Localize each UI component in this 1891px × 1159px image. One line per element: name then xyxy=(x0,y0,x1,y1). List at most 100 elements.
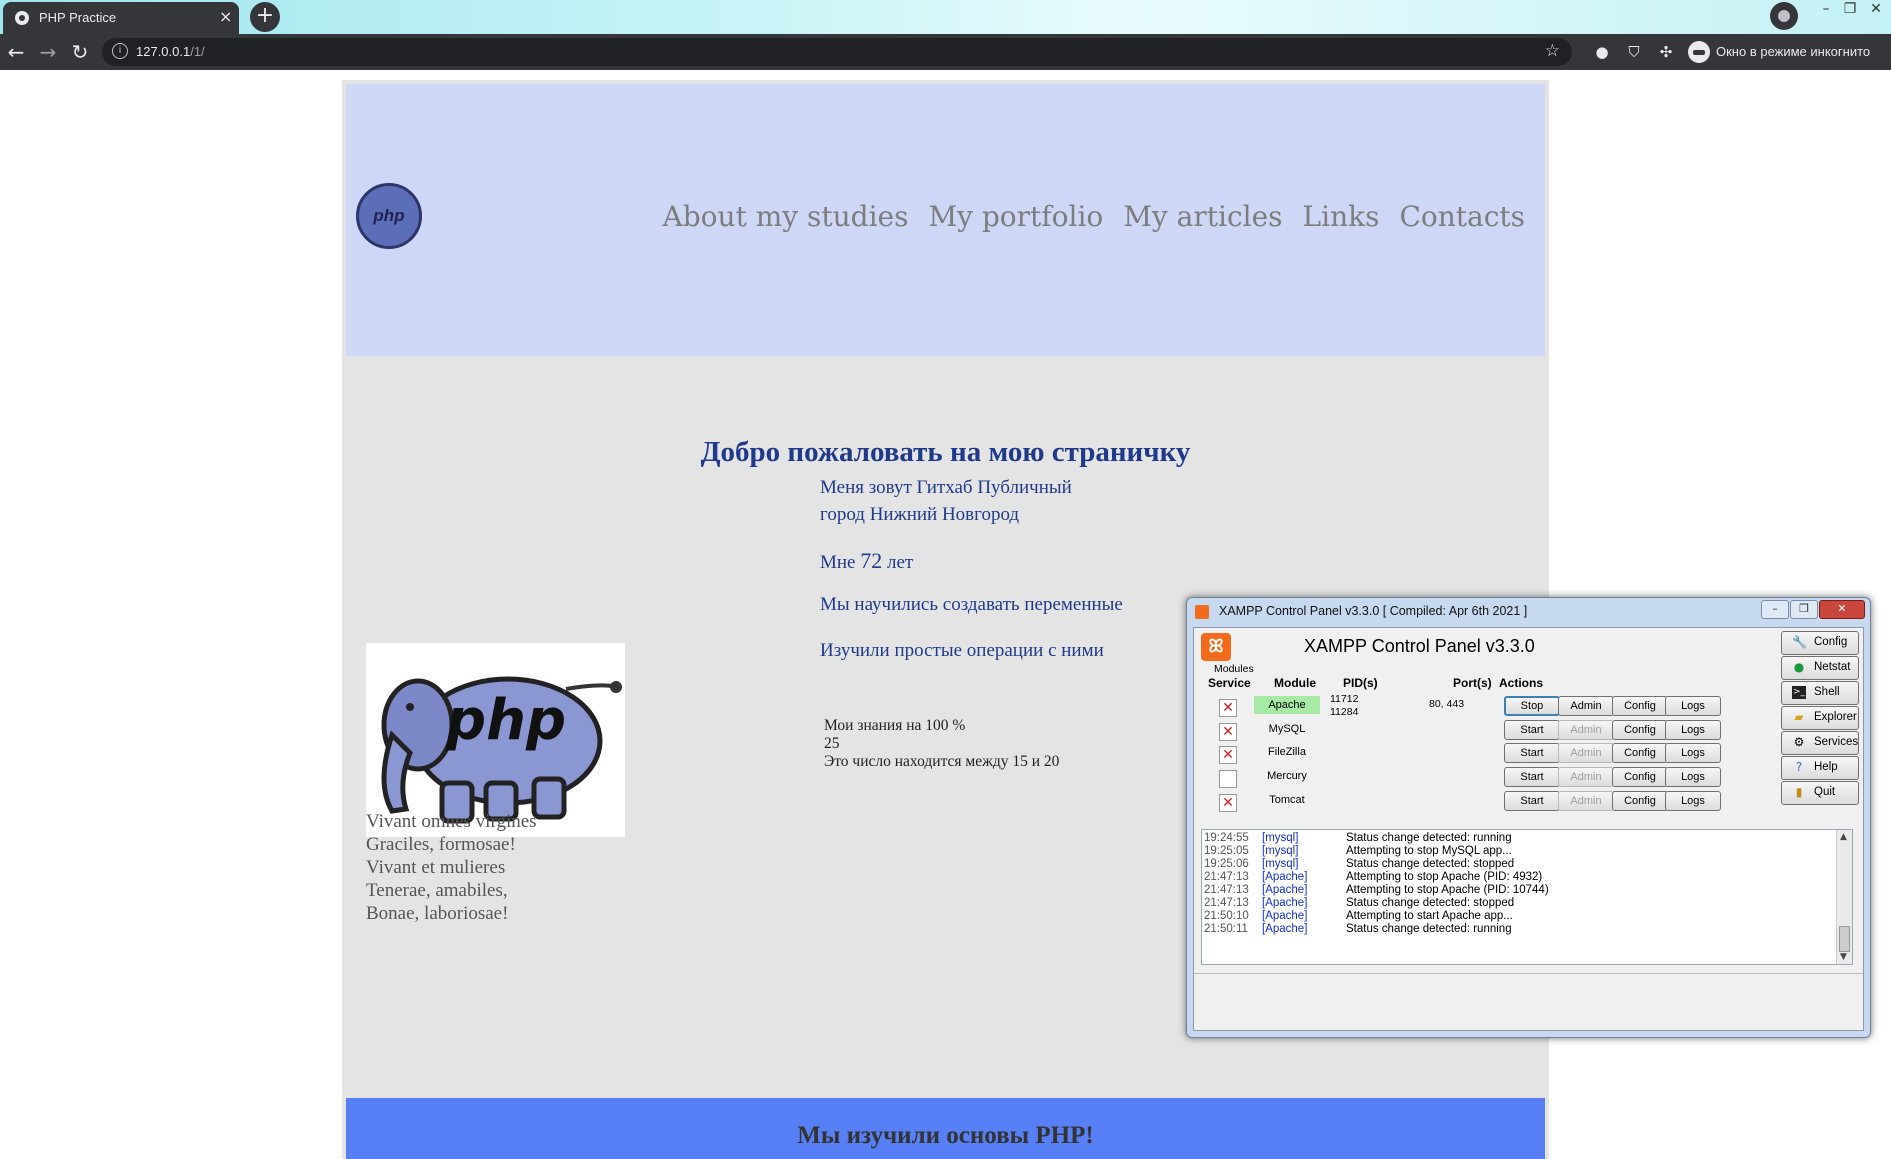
col-ports: Port(s) xyxy=(1453,676,1492,690)
knowledge-line: Мои знания на 100 % xyxy=(824,717,966,734)
close-window-button[interactable]: ✕ xyxy=(1862,0,1890,22)
module-name: MySQL xyxy=(1268,723,1306,735)
nav-contacts[interactable]: Contacts xyxy=(1399,200,1525,233)
log-module: [mysql] xyxy=(1262,832,1299,844)
log-message: Attempting to start Apache app... xyxy=(1346,910,1513,922)
poem-line: Vivant omnes virgines xyxy=(366,811,537,832)
operations-line: Изучили простые операции с ними xyxy=(820,640,1104,661)
filezilla-logs-button[interactable]: Logs xyxy=(1665,743,1721,763)
address-bar[interactable]: i 127.0.0.1/1/ ☆ xyxy=(102,38,1572,66)
services-button[interactable]: ⚙ Services xyxy=(1781,731,1859,755)
apache-logs-button[interactable]: Logs xyxy=(1665,696,1721,716)
log-message: Status change detected: running xyxy=(1346,923,1512,935)
log-panel[interactable]: 19:24:55 [mysql] Status change detected: r… xyxy=(1201,829,1853,965)
mercury-logs-button[interactable]: Logs xyxy=(1665,767,1721,787)
log-time: 21:50:11 xyxy=(1204,923,1248,935)
poem-line: Tenerae, amabiles, xyxy=(366,880,508,901)
incognito-icon[interactable] xyxy=(1770,2,1798,30)
xampp-minimize-button[interactable]: – xyxy=(1761,600,1789,619)
tab-close-icon[interactable]: × xyxy=(219,7,232,26)
scroll-up-arrow-icon[interactable]: ▲ xyxy=(1840,832,1847,842)
logo-text: php xyxy=(373,206,405,225)
pid-value: 11712 xyxy=(1330,693,1359,705)
xampp-window-title: XAMPP Control Panel v3.3.0 [ Compiled: A… xyxy=(1219,604,1528,618)
xampp-app-icon xyxy=(1195,605,1209,619)
explorer-button[interactable]: ▰ Explorer xyxy=(1781,706,1859,730)
mercury-config-button[interactable]: Config xyxy=(1612,767,1668,787)
config-button[interactable]: 🔧 Config xyxy=(1781,631,1859,655)
help-button[interactable]: ? Help xyxy=(1781,756,1859,780)
name-line: Меня зовут Гитхаб Публичный xyxy=(820,477,1072,498)
netstat-button[interactable]: ● Netstat xyxy=(1781,656,1859,680)
shell-label: Shell xyxy=(1814,686,1840,698)
apache-admin-button[interactable]: Admin xyxy=(1558,696,1614,716)
mercury-start-button[interactable]: Start xyxy=(1504,767,1560,787)
puzzle-icon[interactable]: ✣ xyxy=(1656,42,1676,62)
log-message: Status change detected: stopped xyxy=(1346,897,1515,909)
log-message: Attempting to stop MySQL app... xyxy=(1346,845,1512,857)
footer-text: Мы изучили основы PHP! xyxy=(797,1122,1094,1149)
xampp-title-bar[interactable]: XAMPP Control Panel v3.3.0 [ Compiled: A… xyxy=(1195,603,1795,623)
xampp-maximize-button[interactable]: ❐ xyxy=(1790,600,1818,619)
module-row-mysql: ✕ MySQL Start Admin Config Logs xyxy=(1194,720,1774,744)
tomcat-logs-button[interactable]: Logs xyxy=(1665,791,1721,811)
log-module: [Apache] xyxy=(1262,923,1308,935)
xampp-control-panel-window[interactable]: XAMPP Control Panel v3.3.0 [ Compiled: A… xyxy=(1186,597,1871,1038)
record-icon[interactable]: ● xyxy=(1592,42,1612,62)
nav-about-studies[interactable]: About my studies xyxy=(663,200,909,233)
col-pids: PID(s) xyxy=(1343,676,1378,690)
tomcat-config-button[interactable]: Config xyxy=(1612,791,1668,811)
module-name: FileZilla xyxy=(1268,746,1306,758)
browser-tab[interactable]: PHP Practice × xyxy=(3,2,239,34)
log-scrollbar[interactable]: ▲ ▼ xyxy=(1836,830,1852,964)
quit-button[interactable]: ▮ Quit xyxy=(1781,781,1859,805)
url-text[interactable]: 127.0.0.1/1/ xyxy=(136,44,205,59)
folder-icon: ▰ xyxy=(1794,710,1804,724)
help-label: Help xyxy=(1814,761,1838,773)
shell-button[interactable]: >_ Shell xyxy=(1781,681,1859,705)
modules-label: Modules xyxy=(1214,663,1254,675)
range-line: Это число находится между 15 и 20 xyxy=(824,753,1060,770)
service-toggle[interactable]: ✕ xyxy=(1219,723,1237,741)
services-icon: ⚙ xyxy=(1793,735,1805,749)
nav-portfolio[interactable]: My portfolio xyxy=(928,200,1103,233)
bookmark-star-icon[interactable]: ☆ xyxy=(1545,41,1560,61)
site-info-icon[interactable]: i xyxy=(112,43,128,59)
scroll-thumb[interactable] xyxy=(1839,926,1850,952)
nav-articles[interactable]: My articles xyxy=(1123,200,1282,233)
mysql-start-button[interactable]: Start xyxy=(1504,720,1560,740)
apache-stop-button[interactable]: Stop xyxy=(1504,696,1560,716)
explorer-label: Explorer xyxy=(1814,711,1857,723)
xampp-client-area: ꕤ Modules XAMPP Control Panel v3.3.0 Ser… xyxy=(1193,627,1864,1031)
service-toggle[interactable]: ✕ xyxy=(1219,746,1237,764)
forward-arrow-icon[interactable]: → xyxy=(36,40,60,64)
apache-config-button[interactable]: Config xyxy=(1612,696,1668,716)
xampp-close-button[interactable]: ✕ xyxy=(1819,600,1865,619)
module-name: Mercury xyxy=(1267,770,1307,782)
restore-window-button[interactable]: ❐ xyxy=(1836,0,1864,22)
incognito-label[interactable]: Окно в режиме инкогнито xyxy=(1716,44,1870,59)
tomcat-start-button[interactable]: Start xyxy=(1504,791,1560,811)
service-toggle[interactable]: ✕ xyxy=(1219,794,1237,812)
back-arrow-icon[interactable]: ← xyxy=(4,40,28,64)
incognito-icon[interactable] xyxy=(1688,41,1710,63)
scroll-down-arrow-icon[interactable]: ▼ xyxy=(1840,952,1847,962)
globe-icon xyxy=(15,11,29,25)
filezilla-start-button[interactable]: Start xyxy=(1504,743,1560,763)
log-message: Status change detected: running xyxy=(1346,832,1512,844)
module-pids: 11712 11284 xyxy=(1330,693,1358,719)
svg-text:php: php xyxy=(445,688,566,753)
php-logo[interactable]: php xyxy=(356,183,422,249)
mysql-logs-button[interactable]: Logs xyxy=(1665,720,1721,740)
shield-icon[interactable]: ⛉ xyxy=(1624,42,1644,62)
service-toggle[interactable]: ✕ xyxy=(1219,699,1237,717)
xampp-heading: XAMPP Control Panel v3.3.0 xyxy=(1304,636,1535,656)
reload-icon[interactable]: ↻ xyxy=(68,40,92,64)
new-tab-button[interactable]: + xyxy=(250,2,280,32)
service-toggle[interactable] xyxy=(1219,770,1237,788)
mysql-config-button[interactable]: Config xyxy=(1612,720,1668,740)
log-module: [Apache] xyxy=(1262,910,1308,922)
log-time: 21:47:13 xyxy=(1204,871,1249,883)
filezilla-config-button[interactable]: Config xyxy=(1612,743,1668,763)
nav-links[interactable]: Links xyxy=(1303,200,1380,233)
